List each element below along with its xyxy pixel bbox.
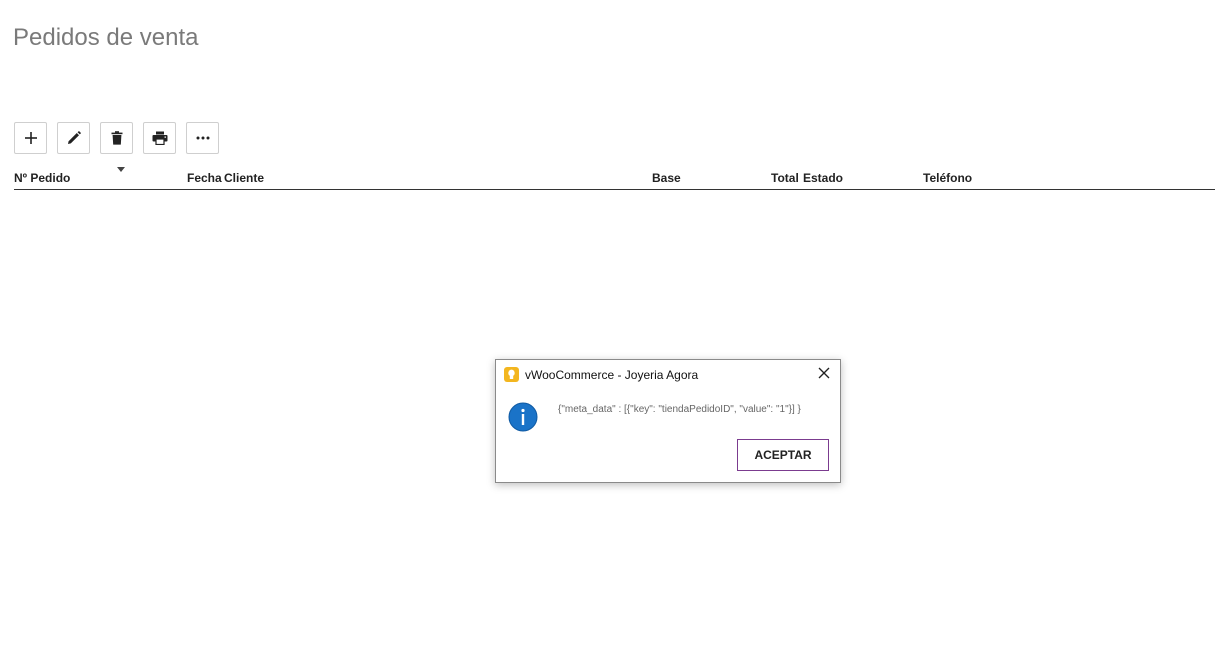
dialog-message: {"meta_data" : [{"key": "tiendaPedidoID"…: [558, 404, 801, 415]
column-header-status[interactable]: Estado: [803, 171, 843, 185]
info-icon: [508, 402, 538, 432]
add-button[interactable]: [14, 122, 47, 154]
more-button[interactable]: [186, 122, 219, 154]
page-title: Pedidos de venta: [13, 24, 199, 51]
column-header-date[interactable]: Fecha: [187, 171, 222, 185]
column-header-base[interactable]: Base: [652, 171, 681, 185]
grid-header: Nº Pedido Fecha Cliente Base Total Estad…: [14, 170, 1215, 190]
ellipsis-icon: [196, 136, 210, 140]
column-header-customer[interactable]: Cliente: [224, 171, 264, 185]
dialog-title: vWooCommerce - Joyeria Agora: [525, 368, 699, 382]
pencil-icon: [67, 131, 81, 145]
dialog-titlebar[interactable]: vWooCommerce - Joyeria Agora: [496, 360, 840, 390]
trash-icon: [111, 131, 123, 145]
app-icon: [504, 367, 519, 382]
sales-orders-page: Pedidos de venta Nº Pedido Fecha Cliente…: [0, 0, 1215, 663]
print-button[interactable]: [143, 122, 176, 154]
close-icon: [818, 366, 830, 384]
column-header-order-number[interactable]: Nº Pedido: [14, 171, 70, 185]
column-header-total[interactable]: Total: [771, 171, 799, 185]
edit-button[interactable]: [57, 122, 90, 154]
column-header-phone[interactable]: Teléfono: [923, 171, 972, 185]
printer-icon: [152, 131, 168, 145]
plus-icon: [24, 131, 38, 145]
accept-button[interactable]: ACEPTAR: [737, 439, 829, 471]
toolbar: [14, 122, 219, 154]
message-dialog: vWooCommerce - Joyeria Agora {"meta_data…: [495, 359, 841, 483]
close-button[interactable]: [814, 365, 834, 385]
delete-button[interactable]: [100, 122, 133, 154]
